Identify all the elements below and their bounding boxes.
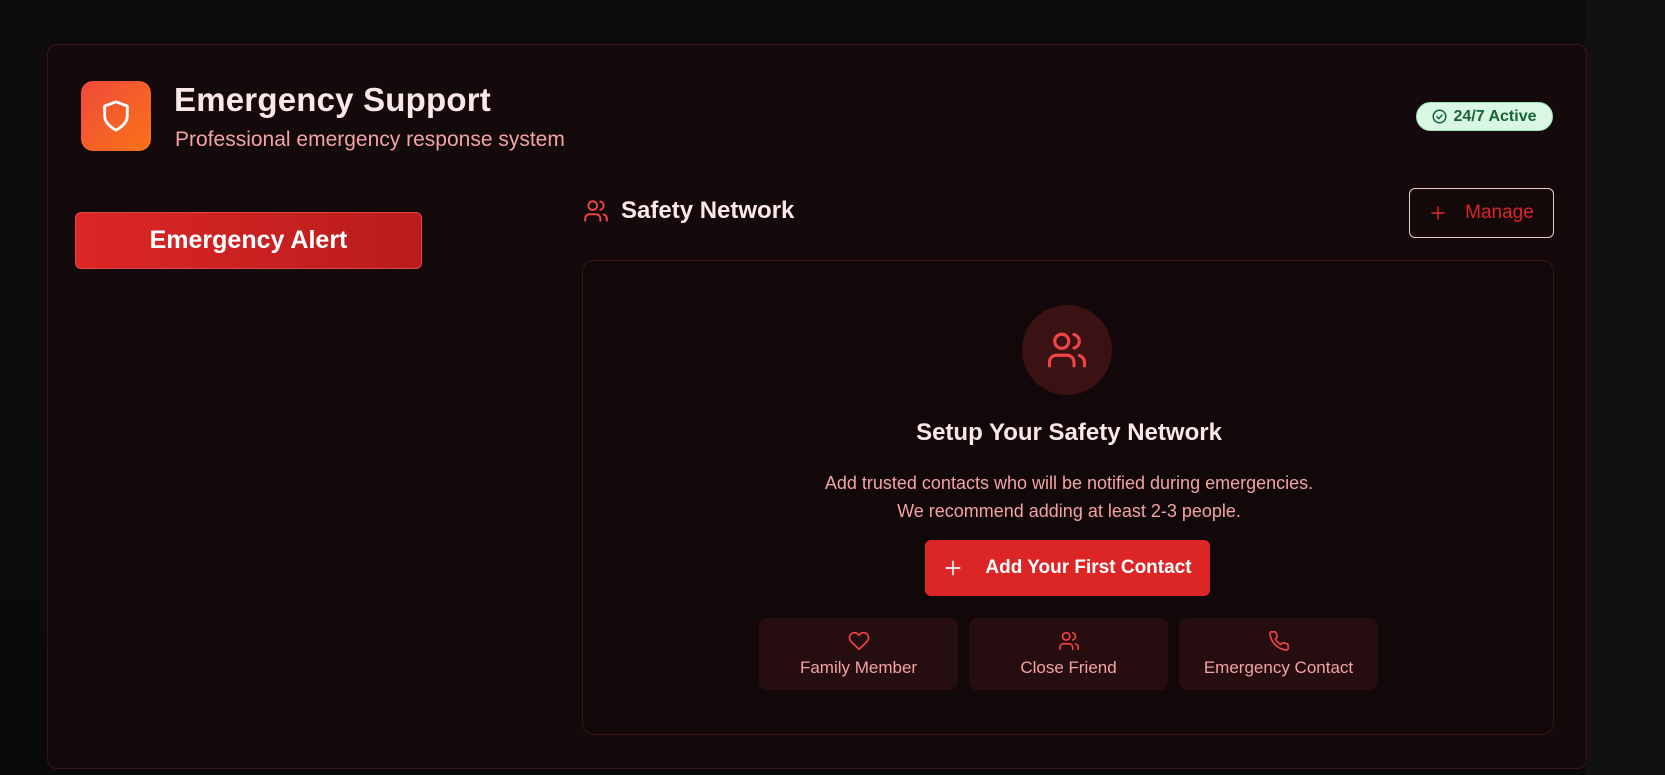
phone-icon (1268, 630, 1290, 652)
contact-type-family-member[interactable]: Family Member (759, 618, 958, 690)
contact-type-options: Family Member Close Friend Emergency Con… (759, 618, 1379, 690)
page-subtitle: Professional emergency response system (175, 128, 565, 151)
heart-icon (848, 630, 870, 652)
empty-state-description-line1: Add trusted contacts who will be notifie… (824, 473, 1314, 493)
emergency-alert-button[interactable]: Emergency Alert (75, 212, 422, 269)
page-title: Emergency Support (174, 81, 491, 118)
plus-icon (1429, 204, 1447, 222)
page-edge-shade (1585, 0, 1665, 775)
contact-type-label: Family Member (799, 658, 918, 677)
add-first-contact-button[interactable]: Add Your First Contact (925, 540, 1210, 596)
empty-state-description: Add trusted contacts who will be notifie… (583, 469, 1555, 525)
contact-type-label: Emergency Contact (1203, 658, 1354, 677)
empty-state-title: Setup Your Safety Network (916, 419, 1222, 446)
empty-state-description-line2: We recommend adding at least 2-3 people. (897, 501, 1241, 521)
safety-network-empty-state: Setup Your Safety Network Add trusted co… (582, 260, 1554, 735)
contact-type-close-friend[interactable]: Close Friend (969, 618, 1168, 690)
status-badge: 24/7 Active (1416, 102, 1553, 131)
plus-icon (943, 558, 963, 578)
contact-type-emergency-contact[interactable]: Emergency Contact (1179, 618, 1378, 690)
manage-button-label: Manage (1465, 202, 1534, 223)
status-badge-label: 24/7 Active (1453, 107, 1537, 125)
users-icon (583, 198, 609, 224)
users-icon (1058, 630, 1080, 652)
users-icon (1046, 329, 1088, 371)
manage-button[interactable]: Manage (1409, 188, 1554, 238)
empty-state-icon-circle (1022, 305, 1112, 395)
app-logo (81, 81, 151, 151)
shield-icon (99, 98, 133, 134)
contact-type-label: Close Friend (1020, 658, 1117, 677)
section-title: Safety Network (621, 197, 795, 224)
add-first-contact-label: Add Your First Contact (985, 557, 1192, 578)
check-circle-icon (1432, 109, 1447, 124)
emergency-support-card: Emergency Support Professional emergency… (47, 44, 1587, 769)
safety-network-header: Safety Network (583, 197, 794, 225)
